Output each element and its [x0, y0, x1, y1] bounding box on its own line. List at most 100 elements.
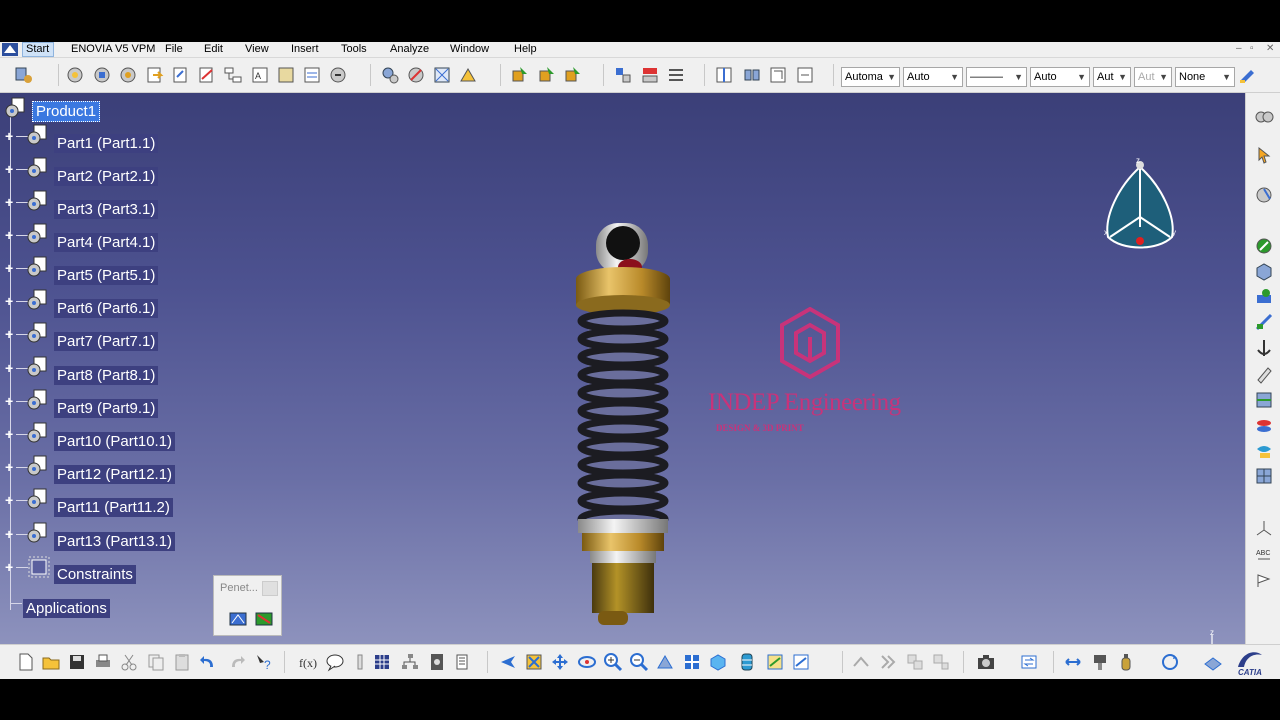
distance-icon[interactable]	[1254, 441, 1274, 461]
fly-mode-icon[interactable]	[498, 652, 518, 672]
assemble-icon[interactable]	[1254, 287, 1274, 307]
tree-label-part[interactable]: Part7 (Part7.1)	[54, 332, 159, 351]
expand-icon[interactable]: +	[5, 361, 16, 375]
bill-of-material-icon[interactable]	[454, 652, 474, 672]
tree-label-part[interactable]: Part10 (Part10.1)	[54, 432, 176, 451]
section-icon[interactable]	[1254, 390, 1274, 410]
part-icon[interactable]	[26, 256, 52, 280]
part-icon[interactable]	[26, 157, 52, 181]
graph-tree-icon[interactable]	[223, 65, 243, 85]
expand-icon[interactable]: +	[5, 129, 16, 143]
line-weight-select[interactable]: Auto ▼	[1030, 67, 1090, 87]
part-icon[interactable]	[26, 223, 52, 247]
workbench-icon[interactable]	[14, 65, 34, 85]
multi-view-icon[interactable]	[682, 652, 702, 672]
local-update-icon[interactable]	[563, 65, 583, 85]
tree-label-applications[interactable]: Applications	[23, 599, 110, 618]
update-all-icon[interactable]	[537, 65, 557, 85]
reuse-pattern-icon[interactable]	[768, 65, 788, 85]
part-icon[interactable]	[26, 124, 52, 148]
formula-icon[interactable]: f(x)	[298, 652, 318, 672]
tree-structure-icon[interactable]	[400, 652, 420, 672]
cut-icon[interactable]	[119, 652, 139, 672]
expand-icon[interactable]: +	[5, 261, 16, 275]
expand-icon[interactable]: +	[5, 527, 16, 541]
menu-enovia[interactable]: ENOVIA V5 VPM	[71, 43, 155, 55]
flexible-subassembly-icon[interactable]	[795, 65, 815, 85]
cube-icon[interactable]	[1254, 262, 1274, 282]
snap-icon[interactable]	[406, 65, 426, 85]
tree-label-part[interactable]: Part11 (Part11.2)	[54, 498, 173, 517]
expand-icon[interactable]: +	[5, 394, 16, 408]
reorder-icon[interactable]	[276, 65, 296, 85]
copy-icon[interactable]	[146, 652, 166, 672]
publish-icon[interactable]	[1254, 236, 1274, 256]
fit-all-icon[interactable]	[524, 652, 544, 672]
render-style-select[interactable]: Automa ▼	[841, 67, 900, 87]
restore-button[interactable]: ▫	[1250, 43, 1254, 54]
tree-label-constraints[interactable]: Constraints	[54, 565, 136, 584]
part-icon[interactable]	[26, 322, 52, 346]
pan-icon[interactable]	[550, 652, 570, 672]
product-icon[interactable]	[4, 97, 30, 121]
tree-label-part[interactable]: Part6 (Part6.1)	[54, 299, 159, 318]
offset-constraint-icon[interactable]	[666, 65, 686, 85]
rotate-icon[interactable]	[577, 652, 597, 672]
axis-system-icon[interactable]	[1254, 518, 1274, 538]
zoom-in-icon[interactable]	[603, 652, 623, 672]
sync-icon[interactable]	[1019, 652, 1039, 672]
menu-edit[interactable]: Edit	[204, 43, 223, 55]
camera-icon[interactable]	[976, 652, 996, 672]
close-button[interactable]: ✕	[1266, 43, 1274, 54]
menu-file[interactable]: File	[165, 43, 183, 55]
refresh-icon[interactable]	[1160, 652, 1180, 672]
expand-icon[interactable]: +	[5, 294, 16, 308]
tree-label-part[interactable]: Part4 (Part4.1)	[54, 233, 159, 252]
stop-manipulate-icon[interactable]	[458, 65, 478, 85]
sketch-icon[interactable]	[1254, 312, 1274, 332]
menu-start[interactable]: Start	[26, 43, 49, 55]
penetration-icon[interactable]	[228, 609, 248, 629]
part-icon[interactable]	[26, 289, 52, 313]
menu-window[interactable]: Window	[450, 43, 489, 55]
dimension-icon[interactable]	[1063, 652, 1083, 672]
open-folder-icon[interactable]	[41, 652, 61, 672]
numbering-icon[interactable]: A	[250, 65, 270, 85]
new-product-icon[interactable]	[118, 65, 138, 85]
tree-label-part[interactable]: Part1 (Part1.1)	[54, 134, 159, 153]
print-icon[interactable]	[93, 652, 113, 672]
tree-label-part[interactable]: Part9 (Part9.1)	[54, 399, 159, 418]
gear-icon[interactable]	[65, 65, 85, 85]
save-icon[interactable]	[67, 652, 87, 672]
tree-label-part[interactable]: Part13 (Part13.1)	[54, 532, 176, 551]
flag-note-icon[interactable]	[1254, 571, 1274, 591]
expand-icon[interactable]: +	[5, 195, 16, 209]
part-icon[interactable]	[26, 422, 52, 446]
grid-icon[interactable]	[1254, 466, 1274, 486]
new-component-icon[interactable]	[92, 65, 112, 85]
comment-icon[interactable]	[325, 652, 345, 672]
part-icon[interactable]	[26, 522, 52, 546]
shock-absorber-model[interactable]	[568, 203, 678, 628]
select-arrow-icon[interactable]	[1254, 145, 1274, 165]
linetype-select[interactable]: ——— ▼	[966, 67, 1027, 87]
whats-this-icon[interactable]: ?	[254, 652, 274, 672]
tree-label-part[interactable]: Part2 (Part2.1)	[54, 167, 159, 186]
catalog-icon[interactable]	[427, 652, 447, 672]
clash-analysis-icon[interactable]	[1254, 416, 1274, 436]
shading-icon[interactable]	[737, 652, 757, 672]
layer-select[interactable]: Aut ▼	[1093, 67, 1131, 87]
new-part-icon[interactable]	[145, 65, 165, 85]
plane-icon[interactable]	[1203, 652, 1223, 672]
zoom-out-icon[interactable]	[629, 652, 649, 672]
existing-component-icon[interactable]	[171, 65, 191, 85]
tools-small-icon[interactable]	[350, 652, 370, 672]
tree-root-product[interactable]: Product1	[32, 101, 101, 122]
coincidence-constraint-icon[interactable]	[613, 65, 633, 85]
tree-label-part[interactable]: Part12 (Part12.1)	[54, 465, 176, 484]
painter-icon[interactable]	[1238, 65, 1258, 85]
swap-space-icon[interactable]	[791, 652, 811, 672]
fast-instantiation-icon[interactable]	[328, 65, 348, 85]
expand-icon[interactable]: +	[5, 460, 16, 474]
multi-instantiation-icon[interactable]	[302, 65, 322, 85]
